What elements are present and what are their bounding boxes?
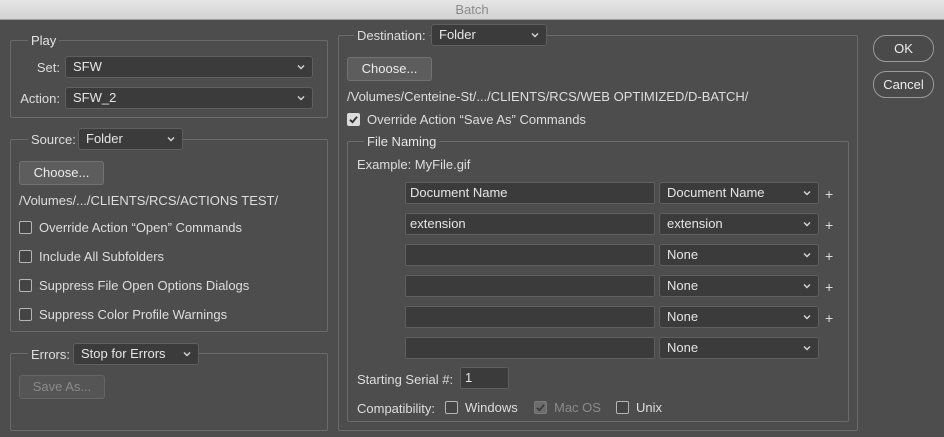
override-open-checkbox[interactable]: [19, 221, 32, 234]
source-label: Source:: [28, 132, 79, 147]
chevron-down-icon: [801, 214, 813, 234]
add-row-2-button[interactable]: +: [825, 218, 833, 232]
set-select[interactable]: SFW: [65, 56, 313, 78]
compat-macos-label: Mac OS: [554, 400, 601, 415]
action-label: Action:: [20, 91, 60, 106]
naming-select-6[interactable]: None: [659, 337, 819, 359]
destination-choose-button[interactable]: Choose...: [347, 57, 432, 81]
source-path: /Volumes/.../CLIENTS/RCS/ACTIONS TEST/: [19, 193, 279, 208]
naming-select-3-value: None: [667, 247, 699, 262]
include-subfolders-checkbox[interactable]: [19, 250, 32, 263]
naming-text-2[interactable]: extension: [405, 213, 655, 235]
source-choose-button[interactable]: Choose...: [19, 161, 104, 185]
set-label: Set:: [36, 60, 60, 75]
compat-windows-option[interactable]: Windows: [445, 400, 518, 415]
serial-label: Starting Serial #:: [357, 372, 454, 387]
chevron-down-icon: [801, 245, 813, 265]
override-save-as-option[interactable]: Override Action “Save As” Commands: [347, 112, 586, 127]
action-select[interactable]: SFW_2: [65, 87, 313, 109]
naming-text-6[interactable]: [405, 337, 655, 359]
compat-windows-checkbox[interactable]: [445, 401, 458, 414]
chevron-down-icon: [801, 183, 813, 203]
suppress-profile-warnings-option[interactable]: Suppress Color Profile Warnings: [19, 307, 227, 322]
include-subfolders-option[interactable]: Include All Subfolders: [19, 249, 164, 264]
file-naming-legend: File Naming: [364, 134, 440, 149]
destination-label: Destination:: [354, 28, 429, 43]
compat-unix-checkbox[interactable]: [616, 401, 629, 414]
naming-select-5-value: None: [667, 309, 699, 324]
errors-label: Errors:: [28, 347, 73, 362]
play-legend: Play: [28, 33, 60, 48]
source-select-value: Folder: [86, 131, 123, 146]
compat-macos-checkbox: [534, 401, 547, 414]
chevron-down-icon: [529, 25, 541, 45]
naming-select-1-value: Document Name: [667, 185, 765, 200]
ok-button[interactable]: OK: [873, 35, 934, 62]
cancel-button[interactable]: Cancel: [873, 71, 934, 98]
naming-text-1[interactable]: Document Name: [405, 182, 655, 204]
add-row-5-button[interactable]: +: [825, 311, 833, 325]
naming-text-5[interactable]: [405, 306, 655, 328]
destination-select[interactable]: Folder: [431, 24, 547, 46]
destination-path: /Volumes/Centeine-St/.../CLIENTS/RCS/WEB…: [347, 89, 749, 104]
suppress-open-dialogs-label: Suppress File Open Options Dialogs: [39, 278, 250, 293]
checkmark-icon: [536, 404, 545, 412]
suppress-profile-warnings-label: Suppress Color Profile Warnings: [39, 307, 228, 322]
naming-select-5[interactable]: None: [659, 306, 819, 328]
naming-select-4[interactable]: None: [659, 275, 819, 297]
naming-text-3[interactable]: [405, 244, 655, 266]
chevron-down-icon: [181, 344, 193, 364]
compat-unix-option[interactable]: Unix: [616, 400, 662, 415]
include-subfolders-label: Include All Subfolders: [39, 249, 165, 264]
suppress-profile-warnings-checkbox[interactable]: [19, 308, 32, 321]
suppress-open-dialogs-checkbox[interactable]: [19, 279, 32, 292]
suppress-open-dialogs-option[interactable]: Suppress File Open Options Dialogs: [19, 278, 249, 293]
chevron-down-icon: [801, 276, 813, 296]
naming-select-4-value: None: [667, 278, 699, 293]
errors-select[interactable]: Stop for Errors: [73, 343, 199, 365]
chevron-down-icon: [801, 338, 813, 358]
override-save-as-checkbox[interactable]: [347, 113, 360, 126]
destination-select-value: Folder: [439, 27, 476, 42]
serial-input[interactable]: 1: [460, 367, 509, 389]
naming-text-4[interactable]: [405, 275, 655, 297]
override-open-label: Override Action “Open” Commands: [39, 220, 243, 235]
file-naming-example: Example: MyFile.gif: [357, 157, 471, 172]
naming-select-3[interactable]: None: [659, 244, 819, 266]
window-title: Batch: [0, 0, 944, 20]
compat-unix-label: Unix: [636, 400, 663, 415]
naming-select-2-value: extension: [667, 216, 723, 231]
add-row-4-button[interactable]: +: [825, 280, 833, 294]
naming-select-1[interactable]: Document Name: [659, 182, 819, 204]
override-open-option[interactable]: Override Action “Open” Commands: [19, 220, 242, 235]
add-row-1-button[interactable]: +: [825, 187, 833, 201]
override-save-as-label: Override Action “Save As” Commands: [367, 112, 586, 127]
compat-windows-label: Windows: [465, 400, 518, 415]
chevron-down-icon: [165, 129, 177, 149]
chevron-down-icon: [295, 88, 307, 108]
errors-save-as-button[interactable]: Save As...: [19, 375, 105, 399]
errors-select-value: Stop for Errors: [81, 346, 166, 361]
checkmark-icon: [349, 116, 358, 124]
compatibility-label: Compatibility:: [357, 401, 436, 416]
action-select-value: SFW_2: [73, 90, 117, 105]
set-select-value: SFW: [73, 59, 102, 74]
naming-select-2[interactable]: extension: [659, 213, 819, 235]
chevron-down-icon: [295, 57, 307, 77]
chevron-down-icon: [801, 307, 813, 327]
naming-select-6-value: None: [667, 340, 699, 355]
compat-macos-option: Mac OS: [534, 400, 601, 415]
add-row-3-button[interactable]: +: [825, 249, 833, 263]
source-select[interactable]: Folder: [78, 128, 183, 150]
